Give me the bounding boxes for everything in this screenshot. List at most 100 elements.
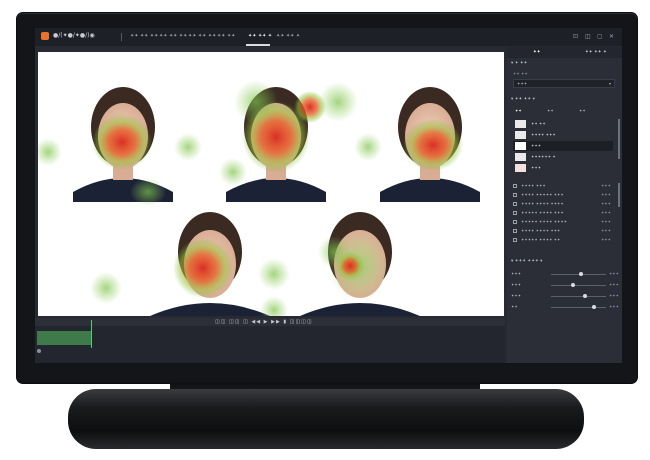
list-item-label: ✦✦ ✦✦	[531, 121, 546, 126]
section-2-header[interactable]: ▾ ✦✦ ✦✦ ▾	[511, 97, 535, 102]
app-logo	[41, 32, 49, 40]
checkbox-row[interactable]: ✦✦✦✦✦ ✦✦✦✦ ✦✦✦✦ ✦✦✦	[513, 219, 613, 226]
slider-knob[interactable]	[571, 283, 575, 287]
select-value: ✦✦✦	[517, 81, 528, 86]
timeline-playhead[interactable]	[91, 320, 93, 348]
checkbox-label: ✦✦✦✦✦ ✦✦✦✦ ✦✦✦✦	[521, 219, 568, 224]
slider-track[interactable]	[551, 307, 606, 308]
face-5	[300, 212, 420, 316]
checkbox-value: ✦✦✦	[600, 183, 611, 188]
list-item[interactable]: ✦✦✦	[513, 141, 613, 151]
thumbnail	[515, 120, 526, 128]
close-window-icon[interactable]: ✕	[609, 33, 614, 40]
section-1-header[interactable]: ▾ ✦ ✦✦	[511, 61, 527, 66]
list-item[interactable]: ✦✦✦✦✦✦ ✦	[513, 152, 613, 162]
menu-active-indicator	[246, 44, 270, 46]
face-2	[174, 80, 358, 202]
list-scrollbar[interactable]	[618, 119, 620, 159]
checkbox-row[interactable]: ✦✦✦✦ ✦✦✦✦ ✦✦✦ ✦✦✦	[513, 228, 613, 235]
menu-bar: ●/(✦●/✦●/)◉ ✦✦ ✦✦ ✦✦ ✦✦ ✦✦ ✦✦ ✦✦ ✦✦ ✦✦ ✦…	[35, 28, 622, 46]
list-item[interactable]: ✦✦ ✦✦	[513, 119, 613, 129]
subtab-2[interactable]: ✦✦	[547, 108, 554, 113]
checkbox[interactable]	[513, 238, 517, 242]
thumbnail	[515, 164, 526, 172]
face-1	[38, 87, 173, 206]
timeline-marker-icon	[37, 349, 41, 353]
tab-1[interactable]: ✦✦	[533, 50, 541, 55]
list-item[interactable]: ✦✦✦✦ ✦✦✦	[513, 130, 613, 140]
slider-knob[interactable]	[591, 305, 596, 309]
menu-item-4[interactable]: ✦✦ ✦✦	[217, 33, 235, 39]
slider-label: ✦✦✦	[511, 271, 522, 276]
panel-tabs: ✦✦ ✦✦ ✦✦ ✦	[507, 47, 622, 58]
slider-label: ✦✦✦	[511, 282, 522, 287]
app-window: ●/(✦●/✦●/)◉ ✦✦ ✦✦ ✦✦ ✦✦ ✦✦ ✦✦ ✦✦ ✦✦ ✦✦ ✦…	[35, 28, 622, 363]
subtab-1[interactable]: ✦✦	[515, 108, 522, 113]
checkbox-value: ✦✦✦	[600, 192, 611, 197]
menu-item-3[interactable]: ✦✦ ✦✦ ✦✦	[188, 33, 216, 39]
slider-row[interactable]: ✦✦✦ ✦✦✦	[511, 292, 619, 300]
checkbox[interactable]	[513, 211, 517, 215]
checkbox-value: ✦✦✦	[600, 237, 611, 242]
slider-knob[interactable]	[583, 294, 588, 298]
checkbox-label: ✦✦✦✦ ✦✦✦✦ ✦✦✦✦	[521, 201, 564, 206]
list-item-label: ✦✦✦	[531, 143, 542, 148]
chevron-down-icon: ▾	[608, 81, 611, 86]
checkbox-row[interactable]: ✦✦✦✦✦ ✦✦✦✦ ✦✦✦ ✦✦✦	[513, 210, 613, 217]
slider-row[interactable]: ✦✦✦ ✦✦✦	[511, 281, 619, 289]
timeline-clip[interactable]	[37, 331, 92, 345]
window-ctl-1-icon[interactable]: ⊡	[573, 33, 578, 40]
thumbnail	[515, 153, 526, 161]
window-ctl-2-icon[interactable]: ◫	[585, 33, 591, 40]
menu-item-5[interactable]: ✦✦ ✦✦ ✦	[248, 33, 272, 39]
checkbox[interactable]	[513, 193, 517, 197]
section-1-select[interactable]: ✦✦✦ ▾	[513, 79, 615, 88]
thumbnail	[515, 131, 526, 139]
playback-controls[interactable]: ◫◫ ◫◫ ◫ ◀◀ ▶ ▶▶ ▮ ◫◫◫◫	[215, 319, 313, 325]
checkbox-label: ✦✦✦✦ ✦✦✦✦✦ ✦✦✦	[521, 192, 564, 197]
checkbox-row[interactable]: ✦✦✦✦ ✦✦✦ ✦✦✦	[513, 183, 613, 190]
menu-item-1[interactable]: ✦✦ ✦✦ ✦✦	[130, 33, 158, 39]
checkbox-value: ✦✦✦	[600, 228, 611, 233]
menu-item-2[interactable]: ✦✦ ✦✦ ✦✦	[159, 33, 187, 39]
menu-separator	[121, 33, 122, 41]
checkbox-value: ✦✦✦	[600, 219, 611, 224]
thumbnail	[515, 142, 526, 150]
heatmap-canvas	[38, 80, 480, 316]
right-panel: ✦✦ ✦✦ ✦✦ ✦ ▾ ✦ ✦✦ ✦✦ ✦✦ ✦✦✦ ▾ ▾ ✦✦ ✦✦ ▾ …	[507, 47, 622, 363]
list-item-label: ✦✦✦✦ ✦✦✦	[531, 132, 556, 137]
slider-value: ✦✦✦	[608, 271, 619, 276]
slider-label: ✦✦✦	[511, 293, 522, 298]
slider-knob[interactable]	[579, 272, 584, 276]
menu-item-6[interactable]: ✦✦ ✦✦ ✦	[276, 33, 300, 39]
checkbox-value: ✦✦✦	[600, 210, 611, 215]
section-3-header[interactable]: ▾ ✦✦✦ ✦✦✦ ▾	[511, 259, 542, 264]
slider-value: ✦✦✦	[608, 293, 619, 298]
checkbox-label: ✦✦✦✦✦ ✦✦✦✦ ✦✦	[521, 237, 561, 242]
window-ctl-3-icon[interactable]: ▢	[597, 33, 603, 40]
slider-track[interactable]	[551, 296, 606, 297]
checkbox-row[interactable]: ✦✦✦✦ ✦✦✦✦ ✦✦✦✦ ✦✦✦	[513, 201, 613, 208]
slider-row[interactable]: ✦✦✦ ✦✦✦	[511, 270, 619, 278]
slider-track[interactable]	[551, 285, 606, 286]
checks-scrollbar[interactable]	[618, 183, 620, 207]
checkbox[interactable]	[513, 202, 517, 206]
checkbox-row[interactable]: ✦✦✦✦ ✦✦✦✦✦ ✦✦✦ ✦✦✦	[513, 192, 613, 199]
video-viewer[interactable]	[38, 52, 504, 316]
checkbox[interactable]	[513, 220, 517, 224]
subtab-3[interactable]: ✦✦	[579, 108, 586, 113]
checkbox[interactable]	[513, 229, 517, 233]
tab-2[interactable]: ✦✦ ✦✦ ✦	[585, 50, 607, 55]
list-item[interactable]: ✦✦✦	[513, 163, 613, 173]
checkbox-row[interactable]: ✦✦✦✦✦ ✦✦✦✦ ✦✦ ✦✦✦	[513, 237, 613, 244]
checkbox[interactable]	[513, 184, 517, 188]
slider-value: ✦✦✦	[608, 304, 619, 309]
timeline[interactable]: ◫◫ ◫◫ ◫ ◀◀ ▶ ▶▶ ▮ ◫◫◫◫	[35, 318, 505, 363]
slider-row[interactable]: ✦✦ ✦✦✦	[511, 303, 619, 311]
checkbox-value: ✦✦✦	[600, 201, 611, 206]
checkbox-label: ✦✦✦✦ ✦✦✦✦ ✦✦✦	[521, 228, 561, 233]
monitor-stand	[68, 389, 584, 449]
slider-value: ✦✦✦	[608, 282, 619, 287]
checkbox-label: ✦✦✦✦ ✦✦✦	[521, 183, 546, 188]
section-1-label: ✦✦ ✦✦	[513, 71, 528, 76]
